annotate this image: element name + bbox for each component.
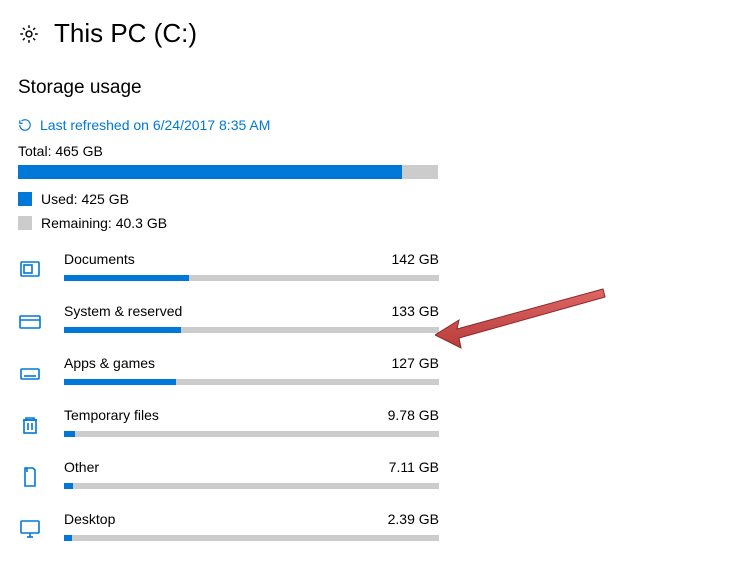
category-name: Apps & games [64,355,155,371]
page-title: This PC (C:) [54,18,197,49]
category-bar-fill [64,535,72,541]
category-row-apps[interactable]: Apps & games 127 GB [18,355,732,387]
category-row-other[interactable]: Other 7.11 GB [18,459,732,491]
category-name: System & reserved [64,303,182,319]
category-size: 2.39 GB [388,511,439,527]
refresh-icon [18,118,32,132]
category-size: 142 GB [392,251,439,267]
category-bar [64,327,439,333]
category-size: 133 GB [392,303,439,319]
category-bar-fill [64,275,189,281]
category-size: 127 GB [392,355,439,371]
category-bar [64,483,439,489]
category-size: 7.11 GB [389,459,439,475]
category-name: Documents [64,251,135,267]
category-bar [64,535,439,541]
legend-remaining: Remaining: 40.3 GB [18,215,732,231]
category-name: Temporary files [64,407,159,423]
category-bar [64,275,439,281]
category-size: 9.78 GB [388,407,439,423]
category-bar-fill [64,327,181,333]
category-bar [64,431,439,437]
category-bar-fill [64,483,73,489]
category-bar-fill [64,379,176,385]
refresh-link[interactable]: Last refreshed on 6/24/2017 8:35 AM [18,117,732,133]
total-usage-bar [18,165,438,179]
category-name: Other [64,459,99,475]
desktop-icon [18,515,42,543]
total-label: Total: 465 GB [18,143,732,159]
gear-icon [18,23,40,45]
category-row-trash[interactable]: Temporary files 9.78 GB [18,407,732,439]
category-row-desktop[interactable]: Desktop 2.39 GB [18,511,732,543]
category-name: Desktop [64,511,115,527]
section-heading: Storage usage [18,77,732,99]
total-usage-bar-fill [18,165,402,179]
swatch-remaining-icon [18,216,32,230]
category-bar [64,379,439,385]
category-row-system[interactable]: System & reserved 133 GB [18,303,732,335]
legend-remaining-label: Remaining: 40.3 GB [41,215,167,231]
refresh-label: Last refreshed on 6/24/2017 8:35 AM [40,117,270,133]
system-icon [18,307,42,335]
legend-used-label: Used: 425 GB [41,191,129,207]
other-icon [18,463,42,491]
category-row-documents[interactable]: Documents 142 GB [18,251,732,283]
documents-icon [18,255,42,283]
apps-icon [18,359,42,387]
legend-used: Used: 425 GB [18,191,732,207]
trash-icon [18,411,42,439]
category-bar-fill [64,431,75,437]
swatch-used-icon [18,192,32,206]
